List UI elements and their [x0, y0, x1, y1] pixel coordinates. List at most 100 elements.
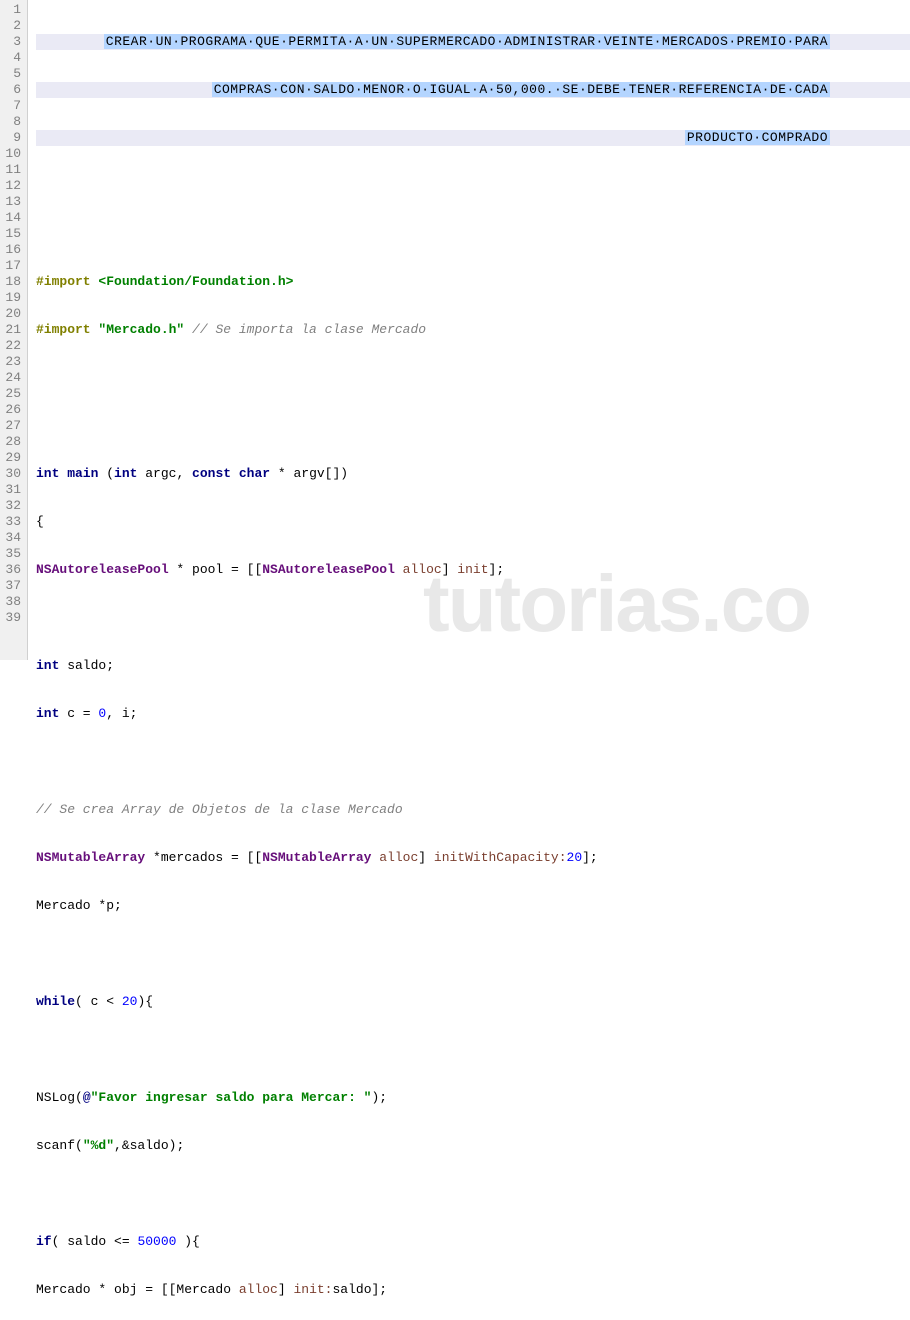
code-line-26[interactable]: if( saldo <= 50000 ){	[36, 1234, 910, 1250]
number: 20	[122, 994, 138, 1010]
selected-text[interactable]: COMPRAS·CON·SALDO·MENOR·O·IGUAL·A·50,000…	[212, 82, 830, 97]
keyword: int	[36, 706, 59, 722]
line-number: 12	[4, 178, 21, 194]
line-number: 15	[4, 226, 21, 242]
line-number-gutter: 1 2 3 4 5 6 7 8 9 10 11 12 13 14 15 16 1…	[0, 0, 28, 660]
code-line-3[interactable]: PRODUCTO·COMPRADO	[36, 130, 910, 146]
function-call: scanf(	[36, 1138, 83, 1154]
line-number: 27	[4, 418, 21, 434]
code-line-2[interactable]: COMPRAS·CON·SALDO·MENOR·O·IGUAL·A·50,000…	[36, 82, 910, 98]
number: 20	[567, 850, 583, 866]
punct: ){	[176, 1234, 199, 1250]
method: alloc	[371, 850, 418, 866]
line-number: 28	[4, 434, 21, 450]
line-number: 36	[4, 562, 21, 578]
code-line-11[interactable]: {	[36, 514, 910, 530]
preproc-import: #import	[36, 322, 91, 338]
code-line-10[interactable]: int main (int argc, const char * argv[])	[36, 466, 910, 482]
code-line-17[interactable]: // Se crea Array de Objetos de la clase …	[36, 802, 910, 818]
line-number: 29	[4, 450, 21, 466]
punct: );	[371, 1090, 387, 1106]
line-number: 9	[4, 130, 21, 146]
code-line-6[interactable]: #import <Foundation/Foundation.h>	[36, 274, 910, 290]
code-line-20[interactable]	[36, 946, 910, 962]
class-name: NSMutableArray	[262, 850, 371, 866]
code-line-8[interactable]	[36, 370, 910, 386]
code-line-24[interactable]: scanf("%d",&saldo);	[36, 1138, 910, 1154]
line-number: 6	[4, 82, 21, 98]
string: "Favor ingresar saldo para Mercar: "	[91, 1090, 372, 1106]
line-number: 8	[4, 114, 21, 130]
class-name: NSAutoreleasePool	[262, 562, 395, 578]
line-number: 31	[4, 482, 21, 498]
line-number: 3	[4, 34, 21, 50]
code-line-5[interactable]	[36, 226, 910, 242]
line-number: 23	[4, 354, 21, 370]
function-call: NSLog(	[36, 1090, 83, 1106]
keyword: int	[114, 466, 137, 482]
line-number: 17	[4, 258, 21, 274]
punct: (	[106, 466, 114, 482]
code-text: ( c <	[75, 994, 122, 1010]
code-text: Mercado * obj = [[Mercado	[36, 1282, 239, 1298]
watermark-text: tutorias.co	[423, 558, 810, 650]
line-number: 5	[4, 66, 21, 82]
code-line-14[interactable]: int saldo;	[36, 658, 910, 674]
code-text: ,&saldo);	[114, 1138, 184, 1154]
line-number: 38	[4, 594, 21, 610]
import-path: "Mercado.h"	[91, 322, 185, 338]
method: alloc	[239, 1282, 278, 1298]
code-line-9[interactable]	[36, 418, 910, 434]
keyword: if	[36, 1234, 52, 1250]
line-number: 16	[4, 242, 21, 258]
code-line-7[interactable]: #import "Mercado.h" // Se importa la cla…	[36, 322, 910, 338]
class-name: NSMutableArray	[36, 850, 145, 866]
punct: ){	[137, 994, 153, 1010]
keyword: while	[36, 994, 75, 1010]
code-line-23[interactable]: NSLog(@"Favor ingresar saldo para Mercar…	[36, 1090, 910, 1106]
comment: // Se importa la clase Mercado	[184, 322, 426, 338]
line-number: 14	[4, 210, 21, 226]
brace: {	[36, 514, 44, 530]
code-line-16[interactable]	[36, 754, 910, 770]
variable: , i;	[106, 706, 137, 722]
line-number: 32	[4, 498, 21, 514]
line-number: 4	[4, 50, 21, 66]
line-number: 20	[4, 306, 21, 322]
code-line-4[interactable]	[36, 178, 910, 194]
line-number: 22	[4, 338, 21, 354]
line-number: 26	[4, 402, 21, 418]
line-number: 10	[4, 146, 21, 162]
selected-text[interactable]: CREAR·UN·PROGRAMA·QUE·PERMITA·A·UN·SUPER…	[104, 34, 830, 49]
line-number: 37	[4, 578, 21, 594]
line-number: 2	[4, 18, 21, 34]
keyword: char	[231, 466, 270, 482]
code-line-15[interactable]: int c = 0, i;	[36, 706, 910, 722]
code-line-27[interactable]: Mercado * obj = [[Mercado alloc] init:sa…	[36, 1282, 910, 1298]
number: 50000	[137, 1234, 176, 1250]
code-line-19[interactable]: Mercado *p;	[36, 898, 910, 914]
format-string: "%d"	[83, 1138, 114, 1154]
number: 0	[98, 706, 106, 722]
code-text: saldo];	[332, 1282, 387, 1298]
at-sign: @	[83, 1090, 91, 1106]
code-line-21[interactable]: while( c < 20){	[36, 994, 910, 1010]
line-number: 25	[4, 386, 21, 402]
code-line-18[interactable]: NSMutableArray *mercados = [[NSMutableAr…	[36, 850, 910, 866]
function-name: main	[59, 466, 106, 482]
line-number: 1	[4, 2, 21, 18]
code-text: ( saldo <=	[52, 1234, 138, 1250]
punct: ]	[278, 1282, 294, 1298]
code-line-1[interactable]: CREAR·UN·PROGRAMA·QUE·PERMITA·A·UN·SUPER…	[36, 34, 910, 50]
method: init:	[293, 1282, 332, 1298]
selected-text[interactable]: PRODUCTO·COMPRADO	[685, 130, 830, 145]
line-number: 13	[4, 194, 21, 210]
line-number: 11	[4, 162, 21, 178]
code-line-22[interactable]	[36, 1042, 910, 1058]
variable: c =	[59, 706, 98, 722]
code-line-25[interactable]	[36, 1186, 910, 1202]
param: * argv[])	[270, 466, 348, 482]
line-number: 21	[4, 322, 21, 338]
method: initWithCapacity:	[434, 850, 567, 866]
line-number: 34	[4, 530, 21, 546]
